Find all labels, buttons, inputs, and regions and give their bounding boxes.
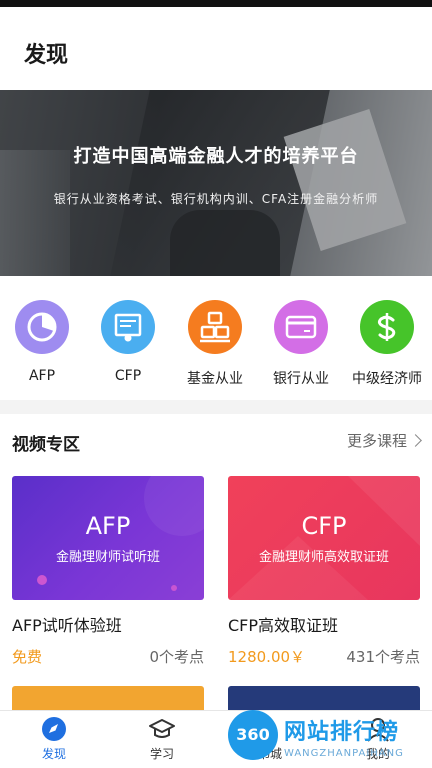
more-courses-label: 更多课程 — [346, 432, 407, 450]
category-label: 中级经济师 — [352, 371, 422, 387]
more-courses-link[interactable]: 更多课程 — [346, 430, 422, 451]
page-title: 发现 — [24, 43, 69, 68]
course-point-count: 0个考点 — [149, 648, 204, 666]
chevron-right-icon — [409, 434, 422, 447]
course-name: CFP高效取证班 — [228, 616, 339, 635]
tab-label: 学习 — [149, 747, 174, 761]
section-divider — [0, 400, 432, 414]
course-price: 1280.00￥ — [228, 648, 306, 666]
tab-study[interactable]: 学习 — [122, 715, 202, 762]
header: 发现 — [0, 7, 432, 90]
thumbnail-title: CFP — [301, 512, 347, 540]
thumbnail-subtitle: 金融理财师试听班 — [55, 550, 160, 565]
course-thumbnail: AFP 金融理财师试听班 — [12, 476, 204, 600]
banner-title: 打造中国高端金融人才的培养平台 — [73, 146, 359, 167]
category-cfp[interactable]: CFP — [86, 300, 170, 384]
certificate-icon — [101, 300, 155, 354]
category-label: CFP — [114, 368, 142, 384]
tab-label: 发现 — [41, 747, 66, 761]
section-title: 视频专区 — [12, 435, 80, 455]
category-label: 银行从业 — [273, 371, 329, 387]
course-card-cfp[interactable]: CFP 金融理财师高效取证班 CFP高效取证班 1280.00￥ 431个考点 — [228, 476, 420, 668]
dollar-icon — [360, 300, 414, 354]
course-meta: 1280.00￥ 431个考点 — [228, 646, 420, 668]
watermark-text: 网站排行榜 — [284, 720, 400, 745]
course-card-peek[interactable] — [12, 686, 204, 710]
compass-icon — [14, 715, 94, 743]
course-meta: 免费 0个考点 — [12, 646, 204, 668]
bank-card-icon — [274, 300, 328, 354]
course-card-afp[interactable]: AFP 金融理财师试听班 AFP试听体验班 免费 0个考点 — [12, 476, 204, 668]
category-grid: AFP CFP 基金从业 银行从业 中级经济师 — [0, 276, 432, 400]
course-point-count: 431个考点 — [346, 648, 420, 666]
coins-stack-icon — [188, 300, 242, 354]
thumbnail-subtitle: 金融理财师高效取证班 — [258, 550, 389, 565]
course-thumbnail: CFP 金融理财师高效取证班 — [228, 476, 420, 600]
banner[interactable]: 打造中国高端金融人才的培养平台 银行从业资格考试、银行机构内训、CFA注册金融分… — [0, 90, 432, 276]
watermark-logo-text: 360 — [236, 725, 270, 744]
watermark-logo: 360 网站排行榜 WANGZHANPAIHANG — [226, 708, 432, 768]
category-economist[interactable]: 中级经济师 — [345, 300, 429, 388]
banner-subtitle: 银行从业资格考试、银行机构内训、CFA注册金融分析师 — [53, 192, 379, 206]
thumbnail-title: AFP — [85, 512, 131, 540]
watermark-circle: 360 — [228, 710, 278, 760]
video-section-header: 视频专区 更多课程 — [0, 414, 432, 466]
category-fund[interactable]: 基金从业 — [173, 300, 257, 388]
course-card-peek[interactable] — [228, 686, 420, 710]
category-bank[interactable]: 银行从业 — [259, 300, 343, 388]
banner-overlay — [0, 90, 432, 276]
category-label: 基金从业 — [187, 371, 243, 387]
category-label: AFP — [28, 368, 56, 384]
course-name: AFP试听体验班 — [12, 616, 122, 635]
course-price: 免费 — [12, 648, 43, 666]
graduation-cap-icon — [122, 715, 202, 743]
category-afp[interactable]: AFP — [0, 300, 84, 384]
tab-discover[interactable]: 发现 — [14, 715, 94, 762]
status-bar — [0, 0, 432, 7]
watermark-url: WANGZHANPAIHANG — [284, 748, 404, 759]
pie-chart-icon — [15, 300, 69, 354]
